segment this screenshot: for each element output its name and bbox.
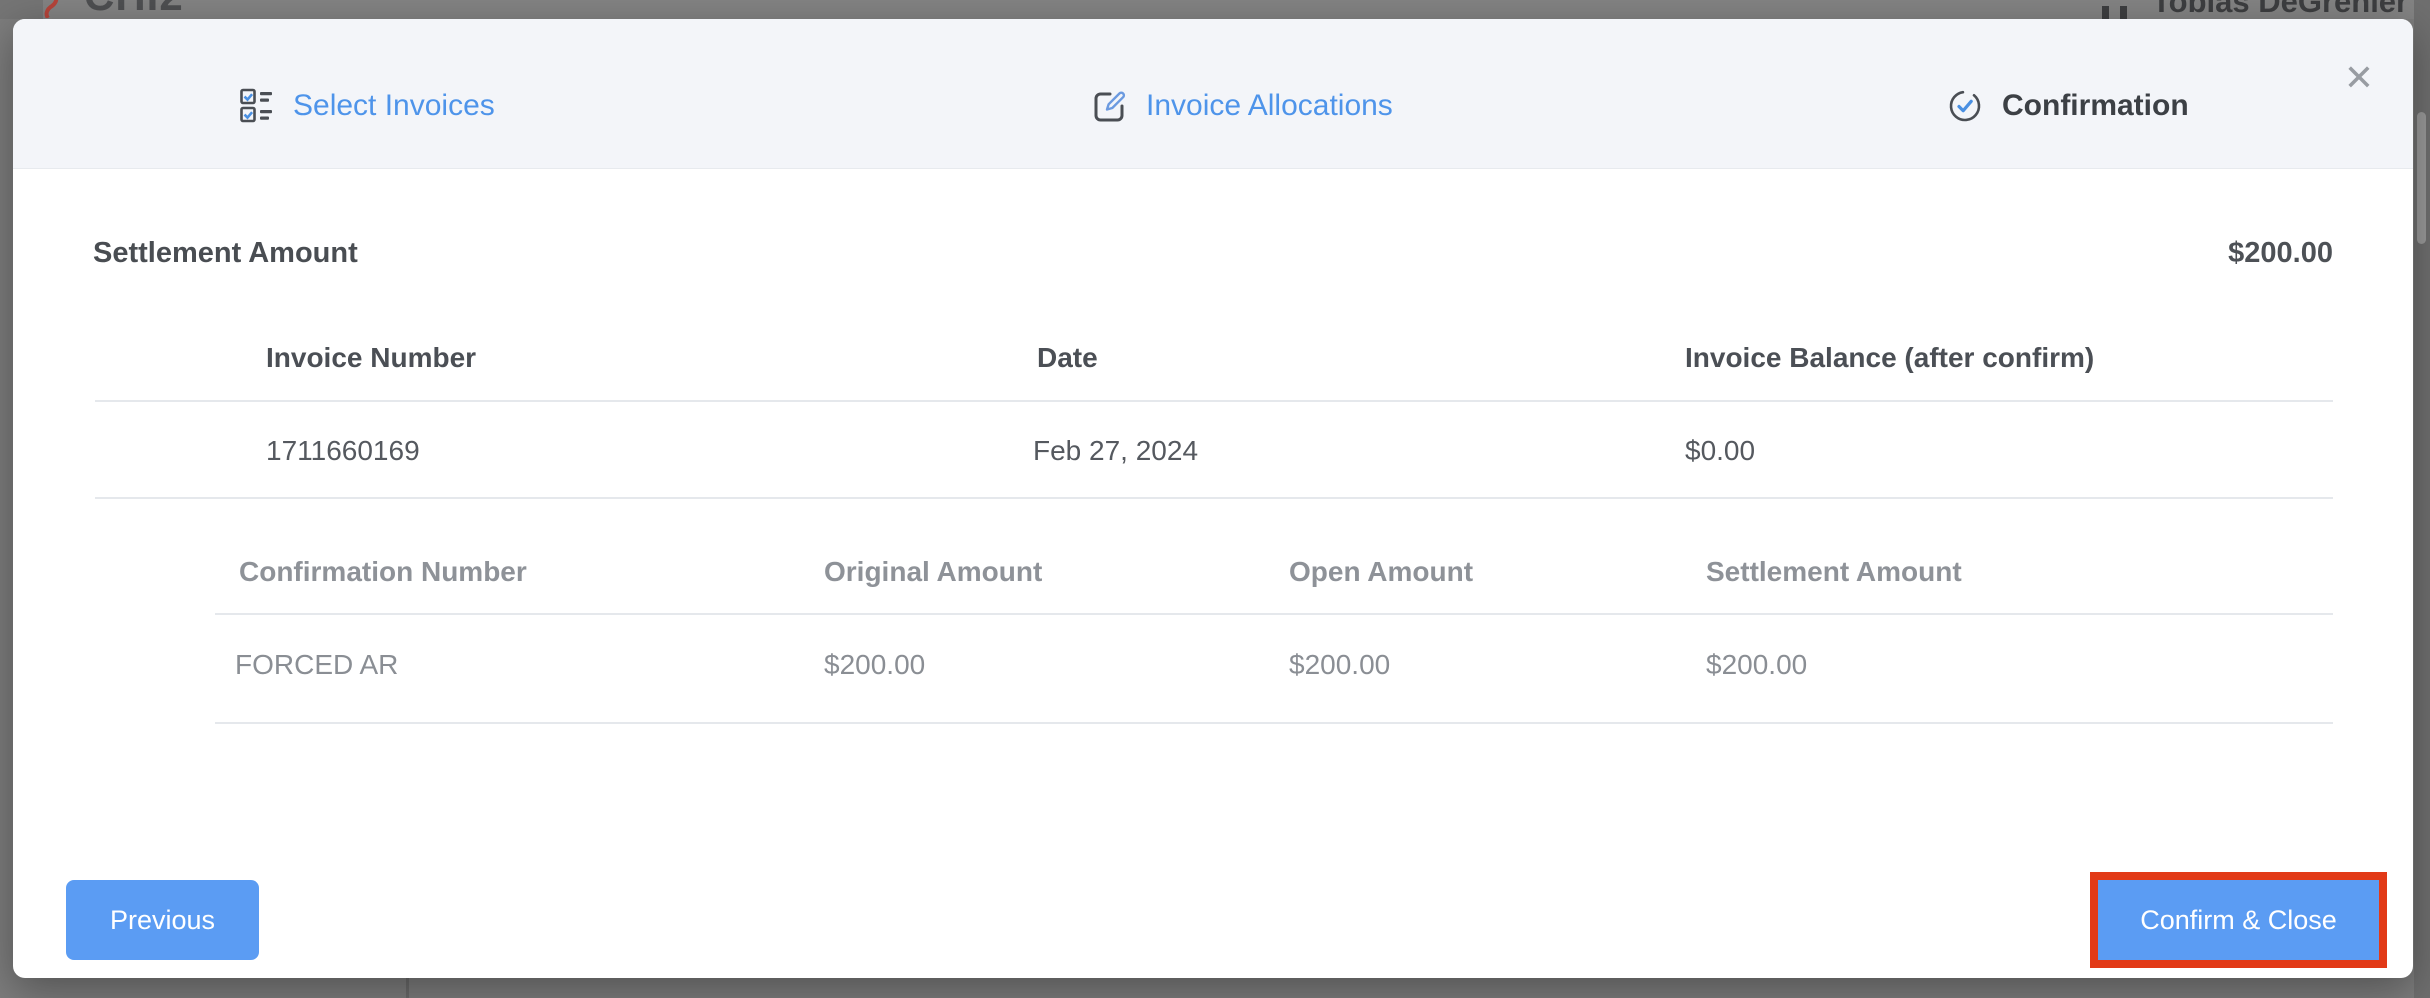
confirmation-number-cell: FORCED AR — [235, 646, 398, 684]
settlement-amount-value: $200.00 — [2228, 234, 2333, 272]
settlement-amount-cell: $200.00 — [1706, 646, 1807, 684]
column-header: Original Amount — [824, 553, 1042, 591]
column-header: Invoice Balance (after confirm) — [1685, 339, 2094, 377]
background-scrollbar-thumb[interactable] — [2417, 112, 2426, 244]
step-label: Invoice Allocations — [1146, 89, 1393, 123]
step-label: Confirmation — [2002, 89, 2189, 123]
previous-button[interactable]: Previous — [66, 880, 259, 960]
step-select-invoices[interactable]: Select Invoices — [240, 78, 495, 134]
column-header: Invoice Number — [266, 339, 476, 377]
step-label: Select Invoices — [293, 89, 495, 123]
divider — [215, 613, 2333, 615]
divider — [95, 497, 2333, 499]
checklist-icon — [240, 88, 274, 124]
wizard-stepper: Select Invoices Invoice Allocations Conf… — [13, 19, 2413, 169]
column-header: Settlement Amount — [1706, 553, 1962, 591]
background-sidebar-edge — [0, 0, 43, 19]
divider — [95, 400, 2333, 402]
invoice-number-cell: 1711660169 — [266, 432, 420, 470]
column-header: Confirmation Number — [239, 553, 527, 591]
tenant-label: CHI2 — [84, 0, 184, 19]
column-header: Date — [1037, 339, 1098, 377]
screen: CHI2 Tobias DeGrenier — [0, 0, 2430, 998]
header-user-icon — [2100, 6, 2140, 19]
check-circle-icon — [1947, 88, 1983, 124]
step-confirmation[interactable]: Confirmation — [1947, 78, 2189, 134]
edit-square-icon — [1091, 88, 1127, 124]
divider — [215, 722, 2333, 724]
annotation-highlight-box: Confirm & Close — [2090, 872, 2387, 968]
invoice-date-cell: Feb 27, 2024 — [1033, 432, 1198, 470]
column-header: Open Amount — [1289, 553, 1473, 591]
close-icon[interactable]: ✕ — [2336, 55, 2382, 101]
background-app-topbar: CHI2 Tobias DeGrenier — [0, 0, 2430, 19]
invoice-balance-cell: $0.00 — [1685, 432, 1755, 470]
app-logo-icon — [42, 0, 62, 18]
settlement-confirmation-dialog: Select Invoices Invoice Allocations Conf… — [13, 19, 2413, 978]
original-amount-cell: $200.00 — [824, 646, 925, 684]
settlement-amount-label: Settlement Amount — [93, 234, 358, 272]
confirm-and-close-button[interactable]: Confirm & Close — [2098, 880, 2379, 960]
open-amount-cell: $200.00 — [1289, 646, 1390, 684]
background-panel-divider — [406, 978, 409, 998]
user-name-label: Tobias DeGrenier — [2152, 0, 2408, 19]
step-invoice-allocations[interactable]: Invoice Allocations — [1091, 78, 1393, 134]
